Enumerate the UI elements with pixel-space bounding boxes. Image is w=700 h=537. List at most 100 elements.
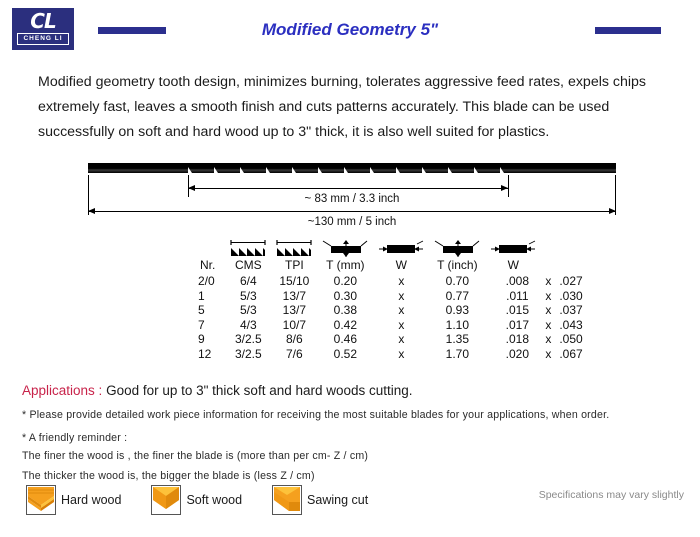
applications-keyword: Applications : (22, 383, 103, 398)
column-header-nr: Nr. (196, 240, 225, 274)
cell-nr: 5 (198, 303, 205, 317)
table-row: 1 5/3 13/7 0.30 x 0.77 .011 x .030 (196, 289, 587, 304)
table-row: 2/0 6/4 15/10 0.20 x 0.70 .008 x .027 (196, 274, 587, 289)
cell-separator: x (398, 317, 405, 332)
column-header-tpi: TPI (271, 240, 317, 274)
inner-dim-arrow-left (188, 184, 195, 191)
cell-w-mm: 1.70 (445, 346, 470, 361)
column-header-nr-label: Nr. (200, 258, 216, 272)
column-header-cms-label: CMS (235, 258, 262, 272)
cell-t-inch: .015 (505, 303, 530, 317)
soft-wood-swatch (151, 485, 182, 515)
cell-separator: x (545, 274, 552, 288)
cell-separator: x (398, 274, 405, 288)
cell-nr: 12 (198, 346, 212, 361)
note-thicker-wood: The thicker the wood is, the bigger the … (22, 470, 315, 482)
cell-w-inch: .027 (559, 274, 583, 288)
outer-dim-arrow-left (88, 207, 95, 214)
cell-separator: x (545, 346, 552, 361)
cell-separator: x (545, 317, 552, 332)
cell-t-inch: .008 (505, 274, 530, 288)
inner-dim-line (188, 188, 508, 189)
legend-item-soft-wood: Soft wood (151, 485, 242, 515)
column-header-t-inch-label: T (inch) (437, 258, 478, 272)
blade-diagram: ~ 83 mm / 3.3 inch ~130 mm / 5 inch (88, 163, 616, 233)
cell-tpi: 13/7 (282, 288, 307, 303)
column-header-t-mm: T (mm) (317, 240, 373, 274)
blade-teeth-icon (188, 167, 504, 173)
cell-w-mm: 0.70 (445, 274, 470, 288)
cell-t-mm: 0.20 (333, 274, 358, 288)
width-icon (379, 240, 424, 253)
cell-nr: 7 (198, 317, 205, 332)
cell-t-mm: 0.46 (333, 332, 358, 346)
legend: Hard wood Soft wood Sawing cut (26, 485, 398, 515)
cell-separator: x (398, 346, 405, 361)
cell-t-mm: 0.30 (333, 288, 358, 303)
column-header-t-mm-label: T (mm) (326, 258, 365, 272)
table-row: 5 5/3 13/7 0.38 x 0.93 .015 x .037 (196, 303, 587, 318)
table-header-row: Nr. CMS TPI T (mm) W T (inch) W (196, 240, 587, 274)
note-finer-wood: The finer the wood is , the finer the bl… (22, 450, 369, 462)
legend-label-hard-wood: Hard wood (61, 493, 122, 507)
cell-nr: 2/0 (198, 274, 215, 288)
note-reminder-heading: * A friendly reminder : (22, 432, 128, 444)
cell-w-mm: 0.93 (445, 303, 470, 317)
specification-table: Nr. CMS TPI T (mm) W T (inch) W 2/0 6/4 … (196, 240, 587, 361)
table-row: 9 3/2.5 8/6 0.46 x 1.35 .018 x .050 (196, 332, 587, 347)
column-header-tpi-label: TPI (285, 258, 304, 272)
sawtooth-icon (276, 240, 312, 256)
hard-wood-icon (28, 487, 54, 511)
applications-line: Applications : Good for up to 3" thick s… (22, 383, 413, 398)
column-header-w-mm: W (373, 240, 429, 274)
note-order-info: * Please provide detailed work piece inf… (22, 409, 610, 421)
legend-item-hard-wood: Hard wood (26, 485, 121, 515)
cell-w-inch: .067 (559, 346, 583, 361)
cell-cms: 4/3 (240, 317, 257, 332)
hard-wood-swatch (26, 485, 56, 515)
cell-tpi: 15/10 (279, 274, 310, 288)
cell-separator: x (398, 288, 405, 303)
cell-w-mm: 1.35 (445, 332, 470, 346)
soft-wood-icon (153, 487, 180, 509)
cell-t-mm: 0.52 (333, 346, 358, 361)
sawtooth-icon (230, 240, 266, 256)
cell-t-inch: .017 (505, 317, 530, 332)
total-length-label: ~130 mm / 5 inch (307, 216, 397, 228)
footnote-disclaimer: Specifications may vary slightly (538, 489, 684, 501)
applications-value: Good for up to 3" thick soft and hard wo… (106, 383, 413, 398)
page-header: CL CHENG LI Modified Geometry 5" (0, 0, 700, 62)
cell-tpi: 7/6 (286, 346, 303, 361)
table-body: 2/0 6/4 15/10 0.20 x 0.70 .008 x .027 1 … (196, 274, 587, 361)
cell-t-inch: .011 (506, 288, 529, 303)
specification-table-wrapper: Nr. CMS TPI T (mm) W T (inch) W 2/0 6/4 … (196, 240, 583, 361)
table-header: Nr. CMS TPI T (mm) W T (inch) W (196, 240, 587, 274)
cell-t-mm: 0.38 (333, 303, 358, 317)
width-icon (491, 240, 536, 253)
sawing-cut-swatch (272, 485, 303, 515)
cell-w-inch: .043 (559, 317, 583, 332)
thickness-icon (323, 240, 368, 257)
legend-label-sawing-cut: Sawing cut (307, 493, 369, 507)
cell-w-inch: .030 (559, 288, 583, 303)
table-row: 12 3/2.5 7/6 0.52 x 1.70 .020 x .067 (196, 347, 587, 362)
blade-illustration (88, 163, 616, 173)
table-row: 7 4/3 10/7 0.42 x 1.10 .017 x .043 (196, 318, 587, 333)
cell-w-inch: .037 (559, 303, 583, 317)
sawing-cut-icon (274, 487, 301, 511)
inner-dim-arrow-right (501, 184, 508, 191)
column-header-w-inch: W (485, 240, 541, 274)
thickness-icon (435, 240, 480, 257)
outer-dim-line (88, 211, 616, 212)
cell-w-inch: .050 (559, 332, 583, 346)
column-header-t-inch: T (inch) (429, 240, 485, 274)
cell-nr: 9 (198, 332, 205, 346)
cell-t-mm: 0.42 (333, 317, 358, 332)
column-header-w-inch-label: W (507, 258, 519, 272)
cell-cms: 3/2.5 (234, 346, 262, 361)
toothed-length-label: ~ 83 mm / 3.3 inch (304, 193, 400, 205)
legend-label-soft-wood: Soft wood (186, 493, 243, 507)
cell-separator: x (545, 288, 552, 303)
column-header-w-mm-label: W (395, 258, 407, 272)
cell-w-mm: 0.77 (445, 288, 470, 303)
